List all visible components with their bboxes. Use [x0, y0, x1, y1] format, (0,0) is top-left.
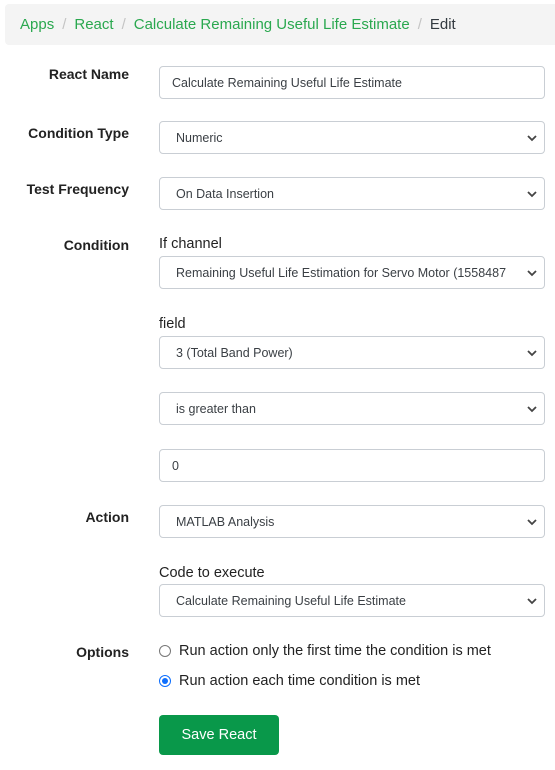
breadcrumb-separator: /	[121, 16, 126, 33]
operator-value: is greater than	[176, 401, 256, 416]
breadcrumb-separator: /	[417, 16, 422, 33]
breadcrumb-react[interactable]: React	[74, 16, 113, 33]
breadcrumb-apps[interactable]: Apps	[20, 16, 54, 33]
option-first-time-label: Run action only the first time the condi…	[179, 643, 491, 659]
breadcrumb-current: Edit	[429, 16, 456, 33]
chevron-down-icon	[527, 134, 537, 141]
code-value: Calculate Remaining Useful Life Estimate	[176, 593, 406, 608]
condition-label: Condition	[63, 237, 129, 253]
test-frequency-label: Test Frequency	[26, 181, 129, 197]
threshold-input[interactable]: 0	[159, 449, 545, 482]
field-value: 3 (Total Band Power)	[176, 345, 293, 360]
radio-button-checked[interactable]	[159, 675, 171, 687]
chevron-down-icon	[527, 190, 537, 197]
code-to-execute-label: Code to execute	[159, 565, 265, 581]
chevron-down-icon	[527, 269, 537, 276]
chevron-down-icon	[527, 597, 537, 604]
condition-type-label: Condition Type	[28, 125, 129, 141]
option-each-time[interactable]: Run action each time condition is met	[159, 673, 420, 689]
field-label: field	[159, 316, 186, 332]
action-select[interactable]: MATLAB Analysis	[159, 505, 545, 538]
field-select[interactable]: 3 (Total Band Power)	[159, 336, 545, 369]
threshold-value: 0	[172, 458, 179, 473]
test-frequency-select[interactable]: On Data Insertion	[159, 177, 545, 210]
code-select[interactable]: Calculate Remaining Useful Life Estimate	[159, 584, 545, 617]
react-name-value: Calculate Remaining Useful Life Estimate	[172, 75, 402, 90]
options-label: Options	[76, 644, 129, 660]
action-label: Action	[85, 509, 129, 525]
chevron-down-icon	[527, 349, 537, 356]
if-channel-label: If channel	[159, 236, 222, 252]
save-react-button[interactable]: Save React	[159, 715, 279, 755]
channel-select[interactable]: Remaining Useful Life Estimation for Ser…	[159, 256, 545, 289]
condition-type-select[interactable]: Numeric	[159, 121, 545, 154]
channel-value: Remaining Useful Life Estimation for Ser…	[176, 265, 507, 280]
breadcrumb-react-item[interactable]: Calculate Remaining Useful Life Estimate	[134, 16, 410, 33]
react-name-label: React Name	[48, 66, 129, 82]
option-first-time[interactable]: Run action only the first time the condi…	[159, 643, 491, 659]
breadcrumb: Apps / React / Calculate Remaining Usefu…	[5, 4, 555, 45]
react-name-input[interactable]: Calculate Remaining Useful Life Estimate	[159, 66, 545, 99]
breadcrumb-separator: /	[62, 16, 67, 33]
condition-type-value: Numeric	[176, 130, 223, 145]
radio-button[interactable]	[159, 645, 171, 657]
chevron-down-icon	[527, 518, 537, 525]
chevron-down-icon	[527, 405, 537, 412]
option-each-time-label: Run action each time condition is met	[179, 673, 420, 689]
test-frequency-value: On Data Insertion	[176, 186, 274, 201]
action-value: MATLAB Analysis	[176, 514, 275, 529]
operator-select[interactable]: is greater than	[159, 392, 545, 425]
